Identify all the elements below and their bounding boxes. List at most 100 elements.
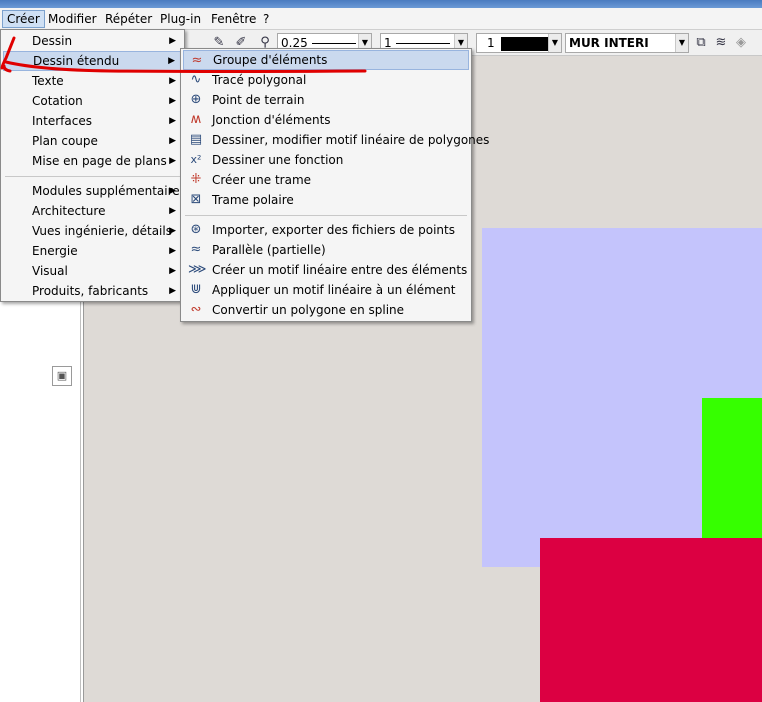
menu-item-parallele[interactable]: ≈ Parallèle (partielle): [183, 240, 469, 260]
menu-item-label: Importer, exporter des fichiers de point…: [212, 223, 455, 237]
menu-item-architecture[interactable]: Architecture ▶: [3, 201, 182, 221]
menu-item-label: Dessiner, modifier motif linéaire de pol…: [212, 133, 490, 147]
menu-item-cotation[interactable]: Cotation ▶: [3, 91, 182, 111]
layers-icon[interactable]: ⧉: [692, 34, 710, 52]
menu-item-label: Trame polaire: [212, 193, 294, 207]
menu-item-polygone-spline[interactable]: ∾ Convertir un polygone en spline: [183, 300, 469, 320]
menu-item-label: Visual: [32, 264, 68, 278]
menu-item-label: Dessin: [32, 34, 73, 48]
menu-item-point-terrain[interactable]: ⊕ Point de terrain: [183, 90, 469, 110]
menu-item-label: Parallèle (partielle): [212, 243, 326, 257]
menu-item-label: Tracé polygonal: [212, 73, 307, 87]
menu-modifier[interactable]: Modifier: [44, 10, 101, 28]
menu-item-appliquer-motif[interactable]: ⋓ Appliquer un motif linéaire à un élémen…: [183, 280, 469, 300]
menu-creer[interactable]: Créer: [2, 10, 45, 28]
menu-item-label: Energie: [32, 244, 78, 258]
pen-color-value: 1: [487, 36, 495, 50]
submenu-arrow-icon: ▶: [169, 206, 176, 216]
menu-separator: [5, 176, 180, 177]
import-export-points-icon: ⊛: [190, 222, 202, 237]
menu-item-label: Groupe d'éléments: [213, 53, 328, 67]
menu-item-label: Produits, fabricants: [32, 284, 149, 298]
menu-item-label: Dessiner une fonction: [212, 153, 344, 167]
menu-item-label: Vues ingénierie, détails: [32, 224, 172, 238]
submenu-arrow-icon: ▶: [169, 76, 176, 86]
menu-plug-in[interactable]: Plug-in: [156, 10, 205, 28]
menu-separator: [185, 215, 467, 216]
terrain-point-icon: ⊕: [190, 92, 202, 107]
layer-stack-icon[interactable]: ≋: [712, 34, 730, 52]
menu-item-trace-polygonal[interactable]: ∿ Tracé polygonal: [183, 70, 469, 90]
color-swatch: [500, 36, 549, 51]
menu-item-label: Texte: [32, 74, 64, 88]
menu-item-label: Dessin étendu: [33, 54, 120, 68]
submenu-arrow-icon: ▶: [169, 246, 176, 256]
linear-pattern-between-icon: ⋙: [188, 262, 207, 277]
menu-item-label: Convertir un polygone en spline: [212, 303, 405, 317]
menu-item-groupe-elements[interactable]: ≈ Groupe d'éléments: [183, 50, 469, 70]
pen-color-select[interactable]: 1 ▼: [476, 33, 562, 53]
menu-item-modules[interactable]: Modules supplémentaires ▶: [3, 181, 186, 201]
menu-item-mise-en-page[interactable]: Mise en page de plans ▶: [3, 151, 182, 171]
menu-item-creer-trame[interactable]: ⁜ Créer une trame: [183, 170, 469, 190]
submenu-arrow-icon: ▶: [169, 96, 176, 106]
menu-item-label: Cotation: [32, 94, 83, 108]
menu-item-energie[interactable]: Energie ▶: [3, 241, 182, 261]
menu-item-label: Interfaces: [32, 114, 92, 128]
menu-item-label: Créer une trame: [212, 173, 312, 187]
menu-item-label: Appliquer un motif linéaire à un élément: [212, 283, 456, 297]
menu-item-label: Mise en page de plans: [32, 154, 167, 168]
submenu-arrow-icon: ▶: [169, 226, 176, 236]
submenu-arrow-icon: ▶: [169, 136, 176, 146]
menu-item-importer-exporter-points[interactable]: ⊛ Importer, exporter des fichiers de poin…: [183, 220, 469, 240]
linear-pattern-icon: ▤: [189, 132, 203, 147]
layer-value: MUR INTERI: [569, 36, 649, 50]
submenu-arrow-icon: ▶: [169, 286, 176, 296]
dessin-etendu-submenu: ≈ Groupe d'éléments ∿ Tracé polygonal ⊕ Poi…: [180, 48, 490, 322]
menu-item-label: Jonction d'éléments: [212, 113, 331, 127]
menu-item-label: Modules supplémentaires: [32, 184, 186, 198]
green-rectangle[interactable]: [702, 398, 762, 538]
menu-help[interactable]: ?: [259, 10, 273, 28]
menu-item-dessin[interactable]: Dessin ▶: [3, 31, 182, 51]
element-group-icon: ≈: [191, 53, 203, 68]
menu-item-texte[interactable]: Texte ▶: [3, 71, 182, 91]
menu-item-trame-polaire[interactable]: ⊠ Trame polaire: [183, 190, 469, 210]
menu-item-label: Plan coupe: [32, 134, 98, 148]
layer-disabled-icon[interactable]: ◈: [732, 34, 750, 52]
menu-item-dessiner-fonction[interactable]: x² Dessiner une fonction: [183, 150, 469, 170]
submenu-arrow-icon: ▶: [169, 186, 176, 196]
submenu-arrow-icon: ▶: [169, 156, 176, 166]
apply-linear-pattern-icon: ⋓: [190, 282, 202, 297]
grid-icon: ⁜: [190, 172, 202, 187]
view-window-icon[interactable]: ▣: [52, 366, 72, 386]
chevron-down-icon: ▼: [548, 34, 561, 52]
menu-item-interfaces[interactable]: Interfaces ▶: [3, 111, 182, 131]
menu-bar: Créer Modifier Répéter Plug-in Fenêtre ?: [0, 8, 762, 30]
menu-item-motif-lineaire-polygones[interactable]: ▤ Dessiner, modifier motif linéaire de po…: [183, 130, 490, 150]
menu-item-dessin-etendu[interactable]: Dessin étendu ▶: [3, 51, 182, 71]
menu-fenetre[interactable]: Fenêtre: [207, 10, 260, 28]
polar-grid-icon: ⊠: [190, 192, 202, 207]
menu-item-motif-entre-elements[interactable]: ⋙ Créer un motif linéaire entre des éléme…: [183, 260, 469, 280]
chevron-down-icon: ▼: [675, 34, 688, 52]
menu-item-vues-ingenierie[interactable]: Vues ingénierie, détails ▶: [3, 221, 182, 241]
menu-item-produits[interactable]: Produits, fabricants ▶: [3, 281, 182, 301]
crimson-rectangle[interactable]: [540, 538, 762, 702]
layer-select[interactable]: MUR INTERI ▼: [565, 33, 689, 53]
parallel-icon: ≈: [190, 242, 202, 257]
menu-item-label: Architecture: [32, 204, 106, 218]
submenu-arrow-icon: ▶: [168, 56, 175, 66]
polyline-icon: ∿: [190, 72, 202, 87]
element-junction-icon: ʍ: [190, 112, 202, 127]
window-titlebar: [0, 0, 762, 8]
submenu-arrow-icon: ▶: [169, 266, 176, 276]
menu-item-jonction-elements[interactable]: ʍ Jonction d'éléments: [183, 110, 469, 130]
menu-repeter[interactable]: Répéter: [101, 10, 156, 28]
submenu-arrow-icon: ▶: [169, 36, 176, 46]
menu-item-label: Point de terrain: [212, 93, 305, 107]
submenu-arrow-icon: ▶: [169, 116, 176, 126]
function-icon: x²: [190, 153, 202, 166]
menu-item-plan-coupe[interactable]: Plan coupe ▶: [3, 131, 182, 151]
menu-item-visual[interactable]: Visual ▶: [3, 261, 182, 281]
